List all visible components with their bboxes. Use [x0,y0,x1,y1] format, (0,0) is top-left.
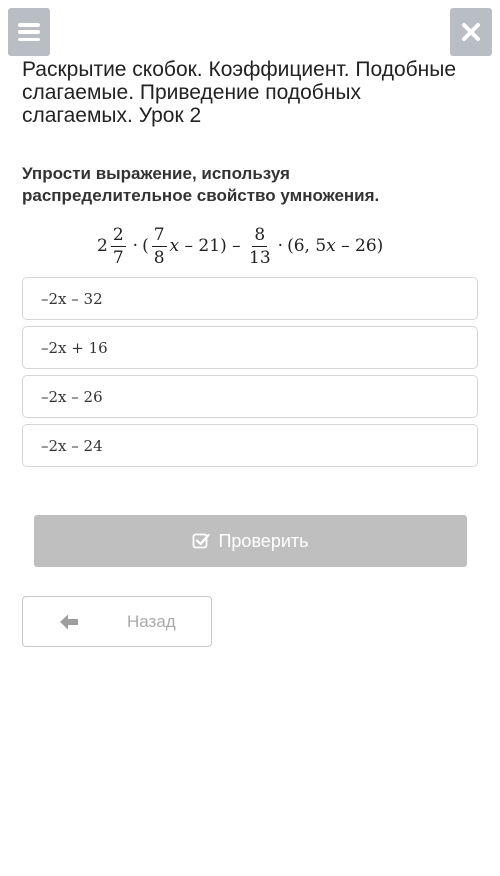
answer-option-label: –2x – 26 [41,387,103,406]
hamburger-menu-icon [18,23,40,41]
check-button-label: Проверить [218,530,309,551]
back-button[interactable]: Назад [22,596,212,647]
answer-options: –2x – 32 –2x + 16 –2x – 26 –2x – 24 [22,277,478,473]
close-button[interactable] [450,8,492,56]
expr-paren-start: (6, 5 [287,236,327,256]
back-button-label: Назад [127,612,176,631]
expr-fraction-3: 8 13 [249,224,271,268]
answer-option[interactable]: –2x + 16 [22,326,478,369]
expr-fraction-2: 7 8 [151,224,167,268]
answer-option[interactable]: –2x – 24 [22,424,478,467]
task-prompt: Упрости выражение, используя распределит… [22,164,380,205]
lesson-title: Раскрытие скобок. Коэффициент. Подобные … [22,58,457,127]
arrow-left-icon [60,614,78,630]
expr-variable: x [326,236,336,256]
answer-option[interactable]: –2x – 32 [22,277,478,320]
menu-button[interactable] [8,8,50,56]
expr-open-paren: ( [142,236,149,256]
expr-minus: – [226,236,247,256]
expr-whole: 2 [97,236,108,256]
check-button[interactable]: Проверить [34,515,467,567]
answer-option-label: –2x – 24 [41,436,103,455]
expr-variable: x [169,236,180,256]
expr-dot: · [277,236,284,256]
expr-term: – 21) [179,236,227,256]
answer-option-label: –2x – 32 [41,289,103,308]
answer-option[interactable]: –2x – 26 [22,375,478,418]
close-x-icon [462,23,480,41]
expr-paren-end: – 26) [335,236,384,256]
expr-dot: · [132,236,139,256]
answer-option-label: –2x + 16 [41,338,108,357]
checkbox-check-icon [193,533,211,549]
expr-fraction-1: 2 7 [110,224,126,268]
math-expression: 2 2 7 · ( 7 8 x – 21) – 8 13 · (6, 5 x –… [22,218,478,274]
